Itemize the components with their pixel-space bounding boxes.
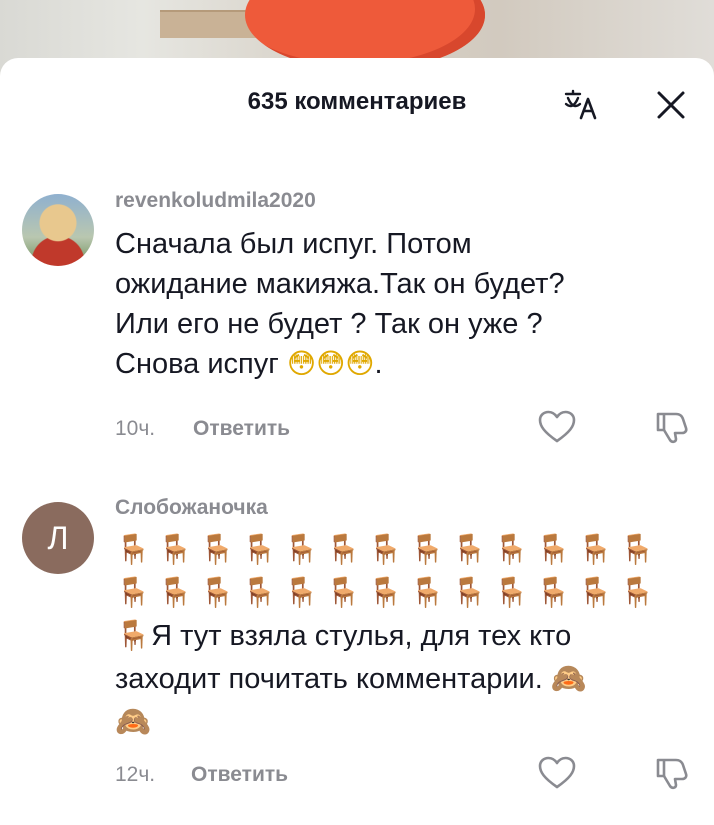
- chair-emoji-icon: 🪑: [619, 532, 656, 566]
- chair-emoji-icon: 🪑: [115, 618, 152, 652]
- avatar[interactable]: [22, 194, 94, 266]
- comment-text: 🪑 🪑 🪑 🪑 🪑 🪑 🪑 🪑 🪑 🪑 🪑 🪑 🪑 🪑 🪑 🪑 🪑 🪑 🪑 🪑 🪑 🪑 🪑 🪑 🪑 🪑 🪑Я тут взяла…: [115, 528, 685, 743]
- chair-emoji-icon: 🪑: [199, 575, 236, 609]
- chair-emoji-icon: 🪑: [325, 575, 362, 609]
- chair-emoji-icon: 🪑: [535, 575, 572, 609]
- avatar[interactable]: Л: [22, 502, 94, 574]
- comment-text-line: Или его не будет ? Так он уже ?: [115, 308, 543, 340]
- chair-emoji-icon: 🪑: [283, 532, 320, 566]
- chair-emoji-icon: 🪑: [157, 575, 194, 609]
- chair-emoji-icon: 🪑: [115, 575, 152, 609]
- chair-emoji-icon: 🪑: [619, 575, 656, 609]
- chair-emoji-icon: 🪑: [325, 532, 362, 566]
- comment-text-line: 🪑Я тут взяла стулья, для тех кто: [115, 614, 685, 657]
- comment-username[interactable]: Слобожаночка: [115, 496, 268, 520]
- chair-emoji-icon: 🪑: [115, 532, 152, 566]
- heart-icon[interactable]: [538, 410, 576, 444]
- chair-emoji-icon: 🪑: [577, 575, 614, 609]
- chair-emoji-icon: 🪑: [283, 575, 320, 609]
- comment-text-line: Сначала был испуг. Потом: [115, 228, 472, 260]
- chair-emoji-row: 🪑 🪑 🪑 🪑 🪑 🪑 🪑 🪑 🪑 🪑 🪑 🪑 🪑: [115, 528, 685, 571]
- reply-button[interactable]: Ответить: [193, 417, 290, 441]
- chair-emoji-icon: 🪑: [241, 575, 278, 609]
- comment-username[interactable]: revenkoludmila2020: [115, 189, 316, 213]
- comment-text-fragment: .: [374, 348, 383, 380]
- comment-text-line: Снова испуг 😳😳😳.: [115, 344, 685, 384]
- translate-icon: [564, 89, 597, 120]
- flushed-emoji-icon: 😳😳😳: [286, 347, 375, 380]
- reply-button[interactable]: Ответить: [191, 763, 288, 787]
- comment-text-fragment: Я тут взяла стулья, для тех кто: [151, 620, 572, 652]
- close-icon: [657, 91, 685, 119]
- chair-emoji-icon: 🪑: [409, 575, 446, 609]
- chair-emoji-icon: 🪑: [535, 532, 572, 566]
- chair-emoji-icon: 🪑: [493, 532, 530, 566]
- see-no-evil-monkey-icon: 🙈: [550, 661, 587, 695]
- chair-emoji-icon: 🪑: [157, 532, 194, 566]
- chair-emoji-icon: 🪑: [451, 532, 488, 566]
- comment-time: 12ч.: [115, 763, 156, 786]
- chair-emoji-icon: 🪑: [199, 532, 236, 566]
- comment-text-line: ожидание макияжа.Так он будет?: [115, 268, 565, 300]
- chair-emoji-icon: 🪑: [577, 532, 614, 566]
- heart-icon[interactable]: [538, 756, 576, 790]
- dislike-icon[interactable]: [654, 410, 690, 444]
- chair-emoji-icon: 🪑: [409, 532, 446, 566]
- chair-emoji-row: 🪑 🪑 🪑 🪑 🪑 🪑 🪑 🪑 🪑 🪑 🪑 🪑 🪑: [115, 571, 685, 614]
- comment-text-fragment: заходит почитать комментарии.: [115, 663, 543, 695]
- chair-emoji-icon: 🪑: [493, 575, 530, 609]
- comment-text-line: заходит почитать комментарии. 🙈: [115, 657, 685, 700]
- dislike-icon[interactable]: [654, 756, 690, 790]
- chair-emoji-icon: 🪑: [241, 532, 278, 566]
- chair-emoji-icon: 🪑: [451, 575, 488, 609]
- chair-emoji-icon: 🪑: [367, 575, 404, 609]
- comment-time: 10ч.: [115, 417, 156, 440]
- comments-count-title: 635 комментариев: [247, 88, 467, 115]
- see-no-evil-monkey-icon: 🙈: [115, 704, 152, 738]
- comment-text: Сначала был испуг. Потом ожидание макияж…: [115, 224, 685, 384]
- chair-emoji-icon: 🪑: [367, 532, 404, 566]
- comment-text-line: 🙈: [115, 700, 685, 743]
- translate-button[interactable]: [563, 88, 599, 122]
- comment-text-fragment: Снова испуг: [115, 348, 279, 380]
- close-button[interactable]: [654, 88, 688, 122]
